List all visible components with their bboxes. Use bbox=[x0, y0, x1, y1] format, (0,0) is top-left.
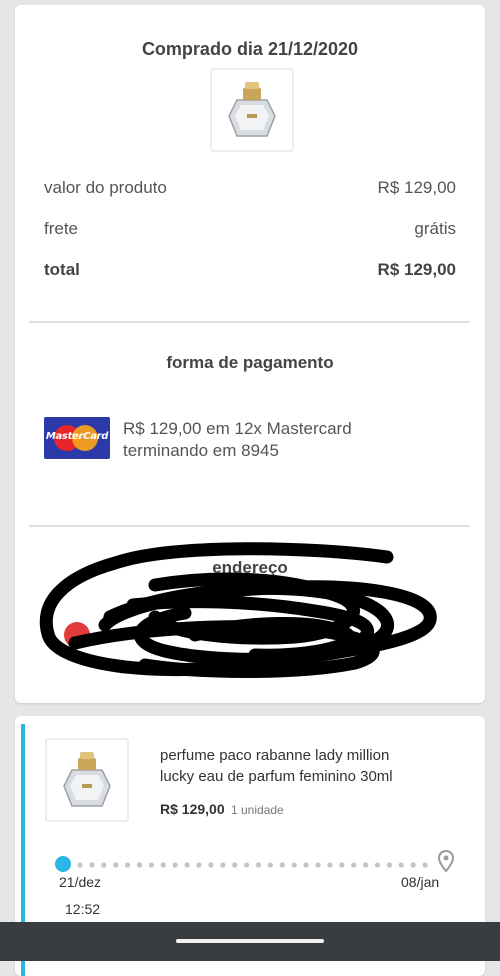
divider bbox=[29, 321, 470, 323]
timeline-track-dot bbox=[244, 862, 250, 868]
timeline-track-dot bbox=[422, 862, 428, 868]
timeline-track-dot bbox=[136, 862, 143, 868]
item-quantity: 1 unidade bbox=[231, 803, 284, 817]
item-name[interactable]: perfume paco rabanne lady million lucky … bbox=[160, 745, 450, 787]
timeline-track-dot bbox=[160, 862, 166, 868]
timeline-track-dot bbox=[208, 862, 214, 868]
address-redaction-scribble bbox=[39, 542, 437, 678]
timeline-track-dot bbox=[220, 862, 226, 868]
timeline-dotted-track bbox=[77, 862, 428, 868]
product-value-amount: R$ 129,00 bbox=[377, 178, 456, 197]
perfume-bottle-icon bbox=[63, 752, 111, 807]
timeline-end-date: 08/jan bbox=[401, 874, 440, 890]
system-navigation-bar bbox=[0, 922, 500, 961]
timeline-track-dot bbox=[339, 862, 345, 868]
timeline-track-dot bbox=[327, 862, 333, 868]
mastercard-logo-icon: MasterCard bbox=[44, 417, 110, 459]
perfume-bottle-icon bbox=[228, 82, 276, 137]
timeline-track-dot bbox=[279, 862, 285, 868]
timeline-track-dot bbox=[172, 862, 178, 868]
timeline-track-dot bbox=[363, 862, 369, 868]
purchase-date: Comprado dia 21/12/2020 bbox=[141, 39, 359, 59]
timeline-track-dot bbox=[101, 862, 107, 868]
delivery-timeline bbox=[55, 850, 455, 880]
freight-value: grátis bbox=[414, 219, 456, 238]
timeline-start-dot-icon bbox=[55, 856, 71, 872]
timeline-track-dot bbox=[89, 862, 95, 868]
timeline-track-dot bbox=[410, 862, 416, 868]
product-value-label: valor do produto bbox=[44, 178, 167, 197]
payment-description: R$ 129,00 em 12x Mastercard terminando e… bbox=[123, 418, 443, 462]
timeline-track-dot bbox=[113, 862, 119, 868]
item-thumbnail[interactable] bbox=[45, 738, 129, 822]
payment-card-ending-text: terminando em 8945 bbox=[123, 441, 279, 460]
location-pin-icon bbox=[438, 850, 454, 872]
total-value: R$ 129,00 bbox=[377, 260, 456, 279]
timeline-start-date: 21/dez bbox=[59, 874, 102, 890]
timeline-track-dot bbox=[148, 862, 154, 868]
timeline-track-dot bbox=[184, 862, 190, 868]
timeline-track-dot bbox=[351, 862, 357, 868]
payment-method-title: forma de pagamento bbox=[166, 353, 334, 372]
item-price: R$ 129,00 bbox=[160, 801, 225, 817]
timeline-track-dot bbox=[255, 862, 262, 868]
timeline-track-dot bbox=[291, 862, 297, 868]
timeline-track-dot bbox=[125, 862, 131, 868]
card-brand-text: MasterCard bbox=[45, 431, 109, 442]
timeline-track-dot bbox=[303, 862, 309, 868]
timeline-track-dot bbox=[374, 862, 381, 868]
timeline-track-dot bbox=[398, 862, 404, 868]
product-thumbnail[interactable] bbox=[210, 68, 294, 152]
timeline-track-dot bbox=[386, 862, 392, 868]
total-label: total bbox=[44, 260, 80, 279]
item-name-line: lucky eau de parfum feminino 30ml bbox=[160, 768, 393, 785]
payment-installments-text: R$ 129,00 em 12x Mastercard bbox=[123, 419, 352, 438]
timeline-track-dot bbox=[315, 862, 321, 868]
item-name-line: perfume paco rabanne lady million bbox=[160, 747, 390, 764]
timeline-track-dot bbox=[232, 862, 238, 868]
freight-label: frete bbox=[44, 219, 79, 238]
order-summary-card: Comprado dia 21/12/2020 valor do produto… bbox=[15, 5, 485, 703]
timeline-track-dot bbox=[77, 862, 83, 868]
timeline-track-dot bbox=[196, 862, 202, 868]
timeline-start-time: 12:52 bbox=[65, 901, 101, 917]
home-indicator[interactable] bbox=[176, 939, 324, 943]
timeline-track-dot bbox=[267, 862, 273, 868]
